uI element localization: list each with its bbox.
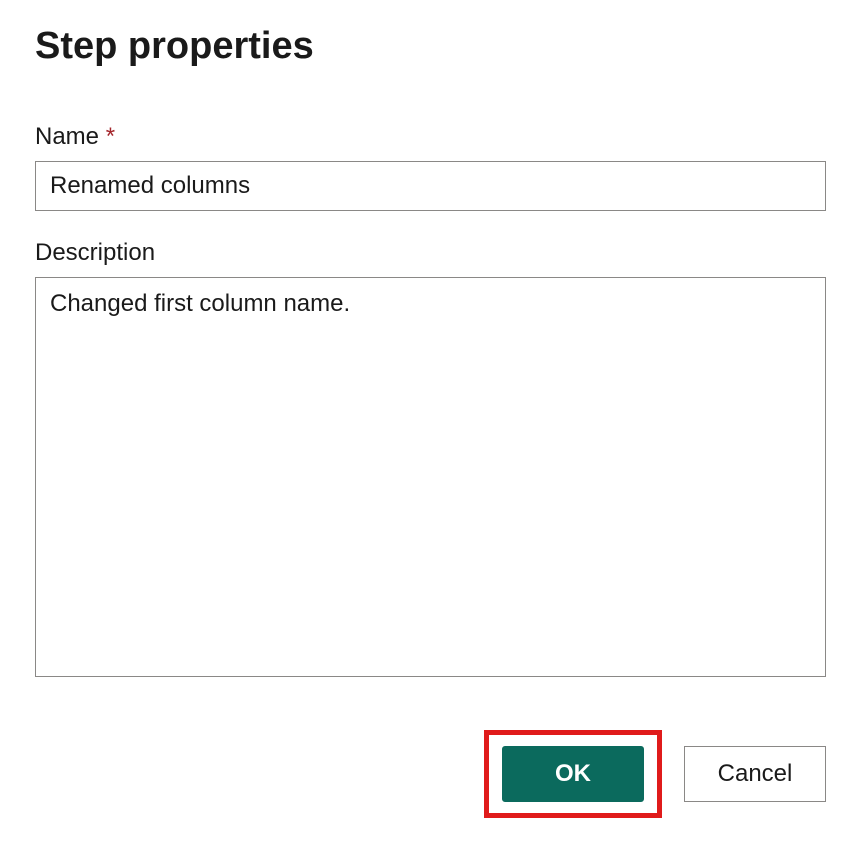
ok-button[interactable]: OK <box>502 746 644 802</box>
description-label: Description <box>35 239 826 267</box>
description-field-group: Description Changed first column name. <box>35 239 826 682</box>
cancel-button[interactable]: Cancel <box>684 746 826 802</box>
name-field-group: Name * <box>35 123 826 211</box>
name-label: Name * <box>35 123 826 151</box>
dialog-button-row: OK Cancel <box>35 730 826 818</box>
name-input[interactable] <box>35 161 826 211</box>
name-label-text: Name <box>35 123 99 150</box>
description-input[interactable]: Changed first column name. <box>35 277 826 677</box>
dialog-title: Step properties <box>35 25 826 68</box>
required-asterisk: * <box>106 123 115 150</box>
ok-button-highlight: OK <box>484 730 662 818</box>
